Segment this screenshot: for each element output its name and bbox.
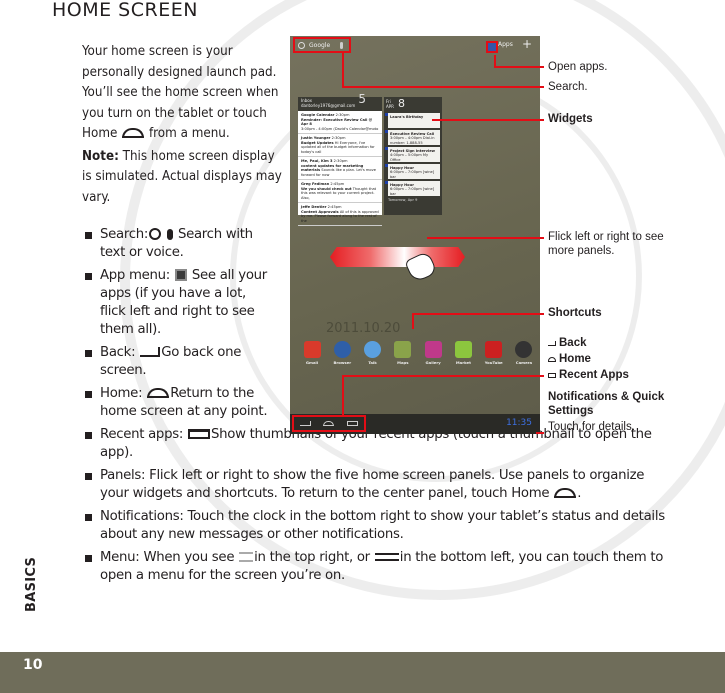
list-item-notifications: Notifications: Touch the clock in the bo… (82, 508, 672, 544)
market-icon (454, 341, 472, 358)
calendar-event[interactable]: Project Sign Interview 4:00pm – 5:00pm My… (385, 147, 440, 162)
note-label: Note: (82, 148, 119, 164)
list-item-panels: Panels: Flick left or right to show the … (82, 467, 672, 503)
annotation-back: Back (548, 336, 629, 350)
nav-buttons (292, 415, 366, 432)
callout-line-search-v (342, 53, 344, 87)
callout-line-clock (536, 432, 544, 434)
menu-bottom-icon (374, 553, 399, 561)
page-footer (0, 652, 725, 693)
recent-apps-icon (187, 429, 210, 439)
home-icon (548, 356, 556, 362)
menu-top-icon (239, 552, 254, 562)
recent-apps-icon[interactable] (346, 421, 358, 426)
apps-label[interactable]: Apps (498, 41, 513, 48)
mail-item[interactable]: Me, Paul, Kim 3 2:30pm content updates fo… (298, 157, 382, 180)
home-icon (122, 128, 145, 138)
list-item-search: Search: Search with text or voice. (82, 226, 275, 262)
callout-line-navbar-v (342, 375, 344, 415)
add-icon[interactable]: + (522, 37, 532, 51)
callout-line-flick (427, 237, 544, 239)
talk-icon (364, 341, 382, 358)
browser-icon (333, 341, 351, 358)
mail-item[interactable]: Justin Younger 2:30pm Budget Updates Hi E… (298, 134, 382, 157)
calendar-footer: Tomorrow, Apr 9 (388, 198, 418, 202)
gmail-widget[interactable]: Inbox dantorley1976@gmail.com 5 Google C… (298, 92, 382, 226)
list-item-menu: Menu: When you see in the top right, or … (82, 549, 672, 585)
annotation-notifications-text: Touch for details. (548, 421, 635, 433)
callout-line-apps-v (494, 55, 496, 67)
callout-line-apps (494, 66, 544, 68)
search-icon (149, 228, 162, 240)
shortcut-maps[interactable]: Maps (389, 341, 417, 365)
back-icon (548, 340, 556, 346)
back-icon[interactable] (300, 421, 312, 426)
annotation-widgets: Widgets (548, 113, 593, 125)
apps-icon[interactable] (486, 41, 498, 53)
callout-line-navbar (342, 375, 544, 377)
annotation-recent-apps: Recent Apps (548, 368, 629, 382)
annotation-search: Search. (548, 81, 588, 93)
mail-item[interactable]: Google Calendar 2:30pm Reminder: Executiv… (298, 111, 382, 134)
calendar-widget[interactable]: Fri APR 8 Laura's Birthday Executive Rev… (384, 97, 442, 215)
list-item-home: Home: Return to the home screen at any p… (82, 385, 275, 421)
status-clock[interactable]: 11:35 (506, 418, 532, 428)
home-icon (554, 488, 577, 498)
mail-item[interactable]: Jeffe Dentler 2:45pm Content Approvals Al… (298, 203, 382, 226)
shortcut-dock: Gmail Browser Talk Maps Gallery Market Y… (298, 341, 538, 365)
annotation-flick: Flick left or right to see more panels. (548, 231, 664, 257)
camera-icon (515, 341, 533, 358)
system-bar: 11:35 (290, 414, 540, 434)
shortcut-gallery[interactable]: Gallery (419, 341, 447, 365)
page-title: HOME SCREEN (52, 0, 198, 21)
back-icon (140, 347, 161, 357)
page-number: 10 (23, 657, 43, 673)
note-paragraph: Note: This home screen display is simula… (82, 148, 282, 205)
home-icon[interactable] (323, 421, 335, 426)
list-item-back: Back: Go back one screen. (82, 344, 275, 380)
mail-item[interactable]: Greg Fedlman 2:45pm We you should check o… (298, 180, 382, 203)
shortcut-market[interactable]: Market (449, 341, 477, 365)
annotation-notifications-title: Notifications & Quick Settings (548, 391, 665, 417)
shortcut-youtube[interactable]: YouTube (480, 341, 508, 365)
list-item-app-menu: App menu: See all your apps (if you have… (82, 267, 275, 339)
youtube-icon (485, 341, 503, 358)
callout-line-search (342, 86, 544, 88)
gmail-icon (303, 341, 321, 358)
gallery-icon (424, 341, 442, 358)
annotation-home: Home (548, 352, 629, 366)
date-stamp: 2011.10.20 (326, 321, 401, 336)
annotation-nav-list: Back Home Recent Apps (548, 336, 629, 382)
intro-section: Your home screen is your personally desi… (82, 42, 282, 208)
calendar-event[interactable]: Happy Hour 6:00pm – 7:00pm [wine] bar (385, 181, 440, 196)
section-label: BASICS (24, 556, 39, 612)
callout-line-widgets (432, 119, 544, 121)
google-search-bar[interactable]: Google (293, 37, 351, 53)
search-icon (298, 41, 305, 49)
calendar-event[interactable]: Happy Hour 6:00pm – 7:00pm [wine] bar (385, 164, 440, 179)
callout-line-shortcuts (412, 313, 544, 315)
shortcut-talk[interactable]: Talk (359, 341, 387, 365)
recent-apps-icon (548, 372, 556, 378)
swipe-arrow-graphic (330, 247, 465, 267)
intro-paragraph: Your home screen is your personally desi… (82, 44, 279, 141)
shortcut-gmail[interactable]: Gmail (298, 341, 326, 365)
unread-count: 5 (358, 92, 366, 106)
microphone-icon (167, 228, 173, 240)
maps-icon (394, 341, 412, 358)
app-menu-icon (174, 269, 187, 281)
annotation-shortcuts: Shortcuts (548, 307, 602, 319)
calendar-event[interactable]: Executive Review Call 3:00pm – 4:00pm Dia… (385, 130, 440, 145)
shortcut-browser[interactable]: Browser (328, 341, 356, 365)
home-icon (147, 388, 170, 398)
annotation-open-apps: Open apps. (548, 61, 608, 73)
calendar-widget-header: Fri APR 8 (386, 97, 405, 110)
callout-line-shortcuts-v (412, 313, 414, 329)
shortcut-camera[interactable]: Camera (510, 341, 538, 365)
microphone-icon[interactable] (340, 42, 343, 49)
gmail-widget-header: Inbox dantorley1976@gmail.com 5 (298, 92, 382, 111)
